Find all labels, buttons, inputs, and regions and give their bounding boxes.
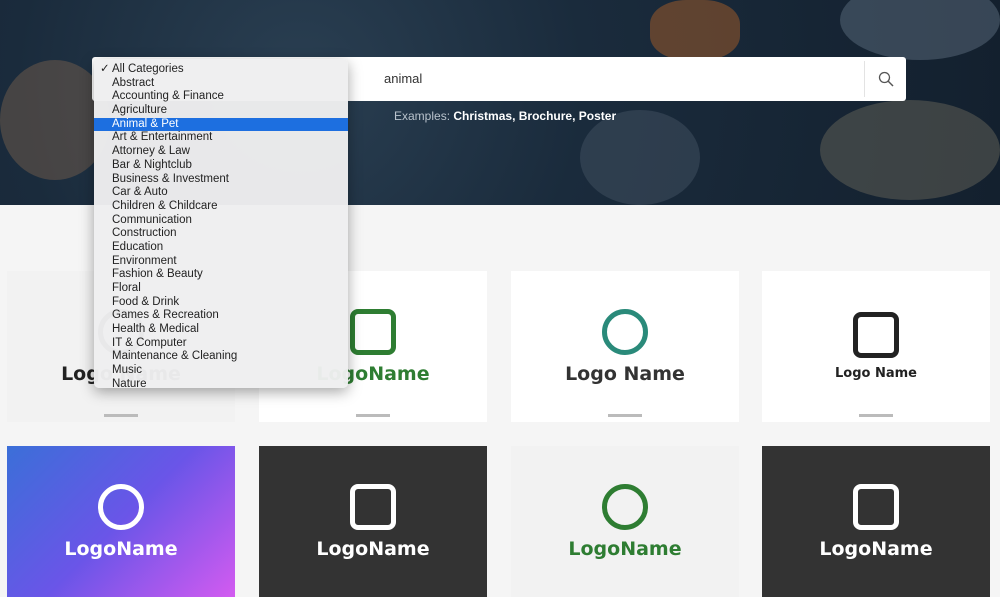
category-option-label: Children & Childcare	[112, 199, 218, 212]
logo-template-card[interactable]: LogoName	[762, 446, 990, 597]
carrot-illustration	[650, 0, 740, 60]
category-option[interactable]: Communication	[94, 214, 348, 228]
category-option[interactable]: Children & Childcare	[94, 200, 348, 214]
logo-template-card[interactable]: LogoName	[7, 446, 235, 597]
category-option[interactable]: Health & Medical	[94, 323, 348, 337]
category-option-label: Agriculture	[112, 104, 167, 117]
category-option-label: Bar & Nightclub	[112, 158, 192, 171]
example-link[interactable]: Poster	[579, 109, 616, 123]
category-option[interactable]: Food & Drink	[94, 296, 348, 310]
bowl-illustration	[840, 0, 1000, 60]
logo-name-text: LogoName	[64, 537, 178, 560]
logo-template-card[interactable]: LogoName	[259, 446, 487, 597]
designer-credit	[104, 414, 138, 417]
category-option[interactable]: Floral	[94, 282, 348, 296]
category-option-label: Communication	[112, 213, 192, 226]
category-option-label: Attorney & Law	[112, 145, 190, 158]
category-option[interactable]: Environment	[94, 255, 348, 269]
category-option-label: Art & Entertainment	[112, 131, 213, 144]
category-option-label: Health & Medical	[112, 323, 199, 336]
logo-mark-icon	[853, 312, 899, 358]
category-option-label: All Categories	[112, 63, 184, 75]
logo-mark-icon	[602, 483, 648, 530]
logo-mark-icon	[350, 483, 396, 530]
category-option[interactable]: Music	[94, 364, 348, 378]
category-option[interactable]: Attorney & Law	[94, 145, 348, 159]
category-dropdown[interactable]: ✓ All Categories Abstract Accounting & Fina…	[94, 59, 348, 388]
category-option-label: Accounting & Finance	[112, 90, 224, 103]
category-option[interactable]: Abstract	[94, 77, 348, 91]
category-option[interactable]: Construction	[94, 227, 348, 241]
category-option[interactable]: Animal & Pet	[94, 117, 348, 132]
pot-illustration	[820, 100, 1000, 200]
category-option-label: Fashion & Beauty	[112, 268, 203, 281]
search-button[interactable]	[864, 61, 906, 97]
logo-template-card[interactable]: Logo Name	[511, 271, 739, 422]
logo-name-text: LogoName	[568, 537, 682, 560]
category-option[interactable]: Maintenance & Cleaning	[94, 350, 348, 364]
category-option-label: Environment	[112, 254, 177, 267]
category-option[interactable]: Agriculture	[94, 104, 348, 118]
designer-credit	[356, 414, 390, 417]
examples-label: Examples:	[394, 109, 451, 123]
category-option[interactable]: ✓ All Categories	[94, 63, 348, 77]
category-option-label: Food & Drink	[112, 295, 180, 308]
checkmark-icon: ✓	[100, 63, 110, 75]
logo-mark-icon	[853, 483, 899, 530]
logo-name-text: LogoName	[819, 537, 933, 560]
logo-template-card[interactable]: Logo Name	[762, 271, 990, 422]
category-option-label: Car & Auto	[112, 186, 168, 199]
logo-mark-icon	[350, 308, 396, 355]
designer-credit	[859, 414, 893, 417]
logo-mark-icon	[98, 483, 144, 530]
example-link[interactable]: Brochure,	[519, 109, 576, 123]
search-examples: Examples: Christmas, Brochure, Poster	[394, 109, 616, 123]
category-option-label: Abstract	[112, 76, 155, 89]
category-option-label: Music	[112, 364, 143, 377]
logo-name-text: Logo Name	[565, 362, 685, 385]
logo-template-card[interactable]: LogoName	[511, 446, 739, 597]
search-input[interactable]: animal	[384, 71, 422, 86]
category-option[interactable]: IT & Computer	[94, 337, 348, 351]
search-icon	[878, 71, 894, 87]
category-option[interactable]: Business & Investment	[94, 173, 348, 187]
category-option-label: Animal & Pet	[112, 117, 179, 130]
category-option[interactable]: Fashion & Beauty	[94, 268, 348, 282]
category-option[interactable]: Accounting & Finance	[94, 90, 348, 104]
category-option-label: Games & Recreation	[112, 309, 219, 322]
category-option[interactable]: Car & Auto	[94, 186, 348, 200]
category-option-label: Business & Investment	[112, 172, 229, 185]
category-option-label: Construction	[112, 227, 177, 240]
designer-credit	[608, 414, 642, 417]
category-option-label: Floral	[112, 282, 141, 294]
category-option-label: Maintenance & Cleaning	[112, 350, 238, 363]
logo-mark-icon	[602, 308, 648, 355]
category-option[interactable]: Art & Entertainment	[94, 131, 348, 145]
category-option[interactable]: Games & Recreation	[94, 309, 348, 323]
logo-name-text: LogoName	[316, 537, 430, 560]
bottle-illustration	[580, 110, 700, 205]
example-link[interactable]: Christmas,	[453, 109, 515, 123]
category-option-label: Education	[112, 240, 164, 253]
category-option-label: IT & Computer	[112, 336, 187, 349]
category-option[interactable]: Bar & Nightclub	[94, 159, 348, 173]
category-option[interactable]: Nature	[94, 378, 348, 388]
category-option-label: Nature	[112, 377, 147, 388]
category-option[interactable]: Education	[94, 241, 348, 255]
logo-name-text: Logo Name	[835, 366, 917, 381]
